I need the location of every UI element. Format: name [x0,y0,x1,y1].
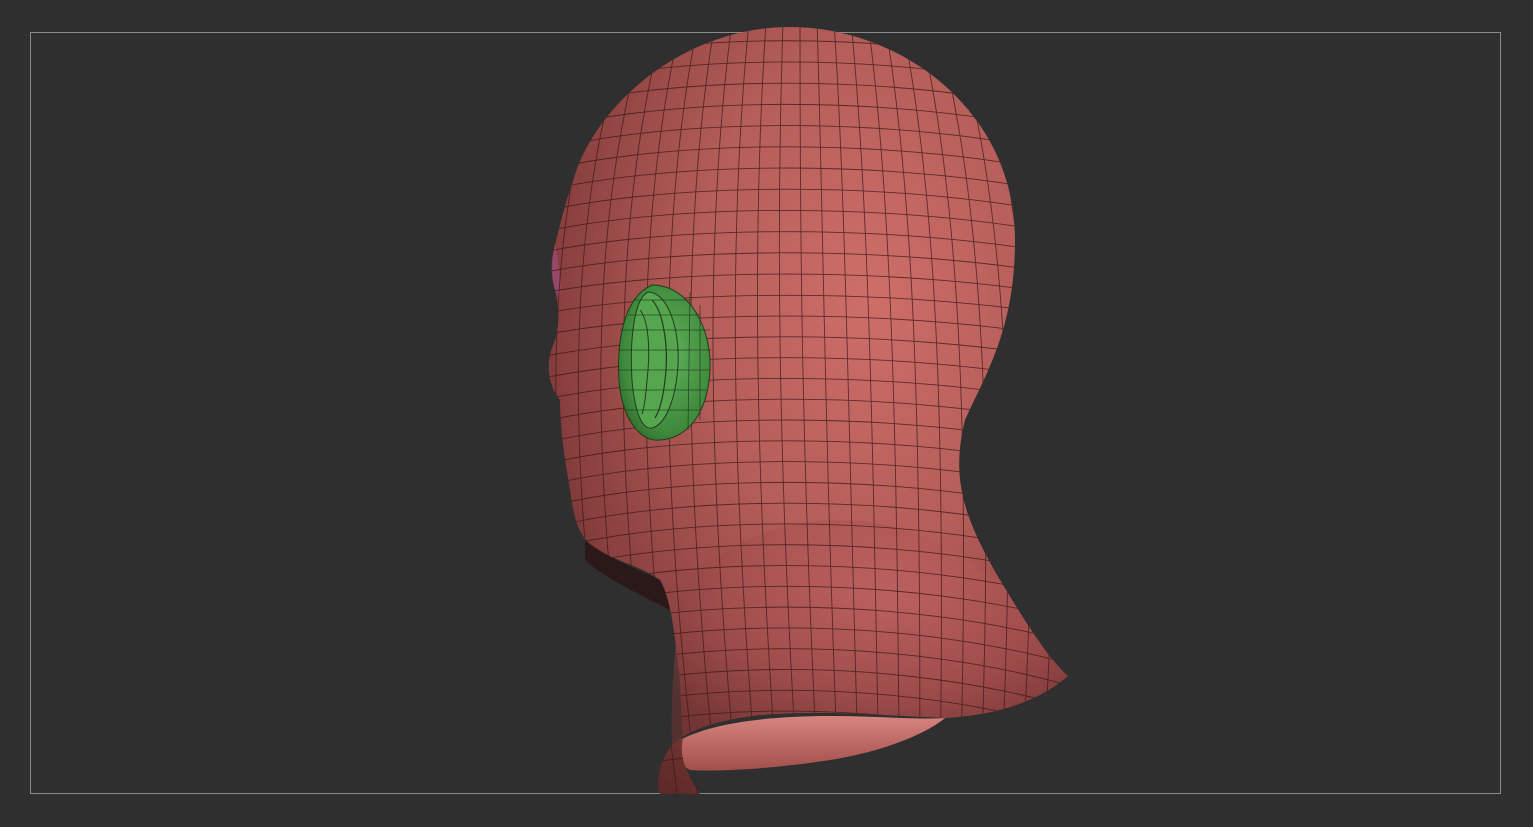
wire-meridian [1198,10,1345,820]
wire-meridian [1048,27,1068,794]
wire-meridian [548,27,552,794]
wire-meridian [1132,10,1256,820]
zbrush-viewport[interactable] [0,0,1533,827]
wire-meridian [443,10,534,820]
wire-meridian [1115,10,1233,820]
wire-latitude [520,0,1090,18]
wire-meridian [308,10,435,820]
head-mesh-canvas[interactable] [0,0,1533,827]
wire-meridian [1099,10,1211,820]
wire-meridian [376,10,485,820]
neck-opening-interior [672,716,945,771]
wire-meridian [548,27,569,794]
wire-meridian [421,10,518,820]
wire-meridian [1082,10,1188,820]
wire-meridian [1165,10,1300,820]
wire-meridian [353,10,468,820]
wire-meridian [1149,10,1278,820]
wire-meridian [1031,27,1068,794]
wire-meridian [398,10,501,820]
wire-meridian [1065,27,1068,794]
wire-meridian [331,10,452,820]
wire-meridian [1182,10,1323,820]
neck-surface [671,520,1068,745]
